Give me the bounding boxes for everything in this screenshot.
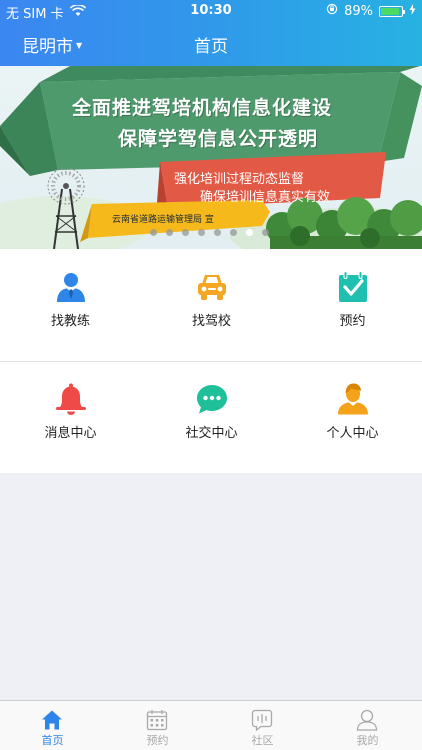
tab-bar: 首页 预约 社区 我的 <box>0 700 422 750</box>
page-indicator-dot[interactable] <box>182 229 189 236</box>
banner-tagline-1: 强化培训过程动态监督 <box>174 172 305 187</box>
tab-community[interactable]: 社区 <box>210 701 315 750</box>
tab-label: 我的 <box>356 734 379 747</box>
tab-label: 首页 <box>41 734 64 747</box>
grid-item-social-center[interactable]: 社交中心 <box>141 361 282 473</box>
page-indicator-dot[interactable] <box>262 229 269 236</box>
bell-icon <box>56 383 86 415</box>
grid-item-label: 消息中心 <box>44 426 97 441</box>
coach-icon <box>57 273 85 302</box>
status-bar: 无 SIM 卡 10:30 89% <box>0 0 422 22</box>
page-title: 首页 <box>194 37 228 57</box>
grid-item-message-center[interactable]: 消息中心 <box>0 361 141 473</box>
function-grid: 找教练 找驾校 预约 消息中心 社交中心 个人中心 <box>0 249 422 473</box>
calendar-icon <box>146 710 168 731</box>
status-right: 89% <box>326 3 416 19</box>
grid-item-appointment[interactable]: 预约 <box>282 249 422 361</box>
page-indicator-dot[interactable] <box>230 229 237 236</box>
grid-item-label: 找驾校 <box>191 314 231 329</box>
home-icon <box>42 710 62 730</box>
page-indicator[interactable] <box>150 229 269 236</box>
person-icon <box>338 383 368 415</box>
banner-headline-2: 保障学驾信息公开透明 <box>118 128 319 150</box>
calendar-check-icon <box>339 271 367 302</box>
banner-publisher: 云南省道路运输管理局 宣 <box>112 215 214 225</box>
grid-item-find-school[interactable]: 找驾校 <box>141 249 282 361</box>
page-indicator-dot[interactable] <box>198 229 205 236</box>
tab-mine[interactable]: 我的 <box>315 701 420 750</box>
car-icon <box>198 275 226 300</box>
battery-percent: 89% <box>344 3 373 19</box>
page-indicator-dot[interactable] <box>166 229 173 236</box>
rotation-lock-icon <box>326 3 338 19</box>
banner-headline-1: 全面推进驾培机构信息化建设 <box>72 97 333 119</box>
grid-item-label: 个人中心 <box>326 426 379 441</box>
tab-home[interactable]: 首页 <box>0 701 105 750</box>
battery-level <box>381 7 399 15</box>
banner-tagline-2: 确保培训信息真实有效 <box>200 190 331 205</box>
charging-icon <box>409 3 416 19</box>
header: 无 SIM 卡 10:30 89% 昆明市 ▼ 首页 <box>0 0 422 66</box>
chat-bubble-icon <box>197 385 227 414</box>
grid-item-label: 预约 <box>339 314 366 329</box>
page-indicator-dot[interactable] <box>150 229 157 236</box>
community-icon <box>251 709 273 731</box>
tab-appointment[interactable]: 预约 <box>105 701 210 750</box>
grid-item-personal-center[interactable]: 个人中心 <box>282 361 422 473</box>
user-icon <box>356 709 378 731</box>
grid-item-label: 找教练 <box>50 314 90 329</box>
promo-banner[interactable]: 全面推进驾培机构信息化建设 保障学驾信息公开透明 强化培训过程动态监督 确保培训… <box>0 66 422 249</box>
battery-icon <box>379 5 405 17</box>
page-indicator-dot[interactable] <box>246 229 253 236</box>
grid-item-find-coach[interactable]: 找教练 <box>0 249 141 361</box>
grid-item-label: 社交中心 <box>185 426 238 441</box>
tab-label: 社区 <box>251 734 274 747</box>
page-indicator-dot[interactable] <box>214 229 221 236</box>
nav-bar: 昆明市 ▼ 首页 <box>0 22 422 66</box>
tab-label: 预约 <box>146 734 169 747</box>
